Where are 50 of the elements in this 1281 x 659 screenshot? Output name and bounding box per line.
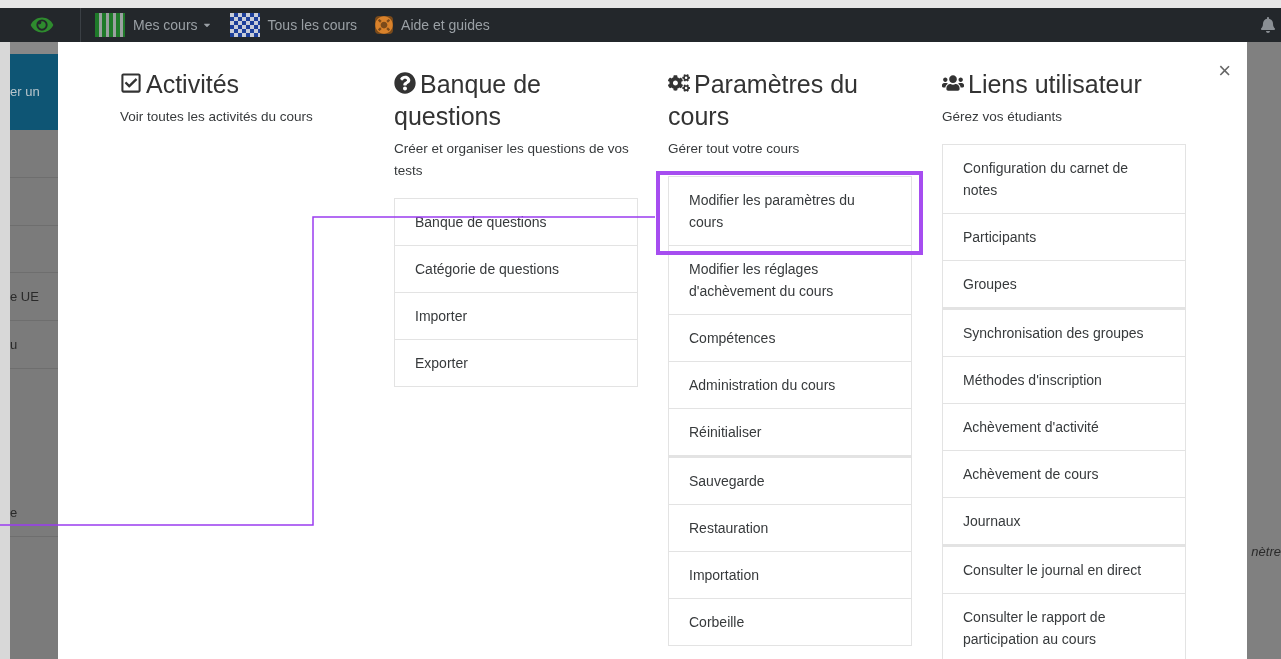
gears-icon [668,72,690,94]
menu-link[interactable]: Importation [669,551,911,598]
nav-link[interactable]: Aide et guides [399,14,490,36]
menu-link[interactable]: Importer [395,292,637,339]
menu-link[interactable]: Catégorie de questions [395,245,637,292]
sidebar-header [10,42,58,54]
menu-link[interactable]: Participants [943,213,1185,260]
section-title: Activités [120,68,240,100]
sidebar-text: e [10,503,18,522]
menu-link[interactable]: Sauvegarde [669,455,911,504]
section-description: Voir toutes les activités du cours [120,108,314,126]
menu-link[interactable]: Administration du cours [669,361,911,408]
close-button[interactable]: × [1218,60,1231,82]
section-description: Créer et organiser les questions de vos tests [394,140,630,180]
menu-link[interactable]: Compétences [669,314,911,361]
bell-icon[interactable] [1261,17,1275,33]
nav-link[interactable]: Tous les cours [265,14,358,36]
menu-link[interactable]: Réinitialiser [669,408,911,455]
menu-link[interactable]: Modifier les réglages d'achèvement du cours [669,245,911,314]
menu-link[interactable]: Consulter le rapport de participation au cours [943,593,1185,659]
users-icon [942,72,964,94]
checkered-logo-icon [229,13,260,37]
menu-link[interactable]: Configuration du carnet de notes [943,145,1185,213]
checkbox-icon [120,72,142,94]
menu-link[interactable]: Méthodes d'inscription [943,356,1185,403]
menu-link[interactable]: Exporter [395,339,637,386]
menu-link[interactable]: Restauration [669,504,911,551]
eye-icon [28,15,56,35]
section-description: Gérer tout votre cours [668,140,801,158]
question-icon [394,72,416,94]
background-text: nètre [1251,543,1281,561]
menu-link[interactable]: Consulter le journal en direct [943,544,1185,593]
nav-link[interactable]: Mes cours [131,14,212,36]
menu-link[interactable]: Modifier les paramètres du cours [669,177,911,245]
menu-link[interactable]: Synchronisation des groupes [943,307,1185,356]
banner-text: er un [10,83,40,102]
section-description: Gérez vos étudiants [942,108,1064,126]
section-title: Banque de questions [394,69,542,132]
section-title: Liens utilisateur [942,68,1142,100]
menu-link[interactable]: Banque de questions [395,199,637,245]
sidebar-text: u [10,335,18,354]
menu-link[interactable]: Achèvement de cours [943,450,1185,497]
menu-link[interactable]: Groupes [943,260,1185,307]
menu-link[interactable]: Journaux [943,497,1185,544]
menu-link[interactable]: Corbeille [669,598,911,645]
sidebar-text: e UE [10,287,39,306]
section-title: Paramètres du cours [668,69,859,132]
menu-link[interactable]: Achèvement d'activité [943,403,1185,450]
lifebuoy-icon [375,16,394,34]
striped-logo-icon [95,13,125,37]
